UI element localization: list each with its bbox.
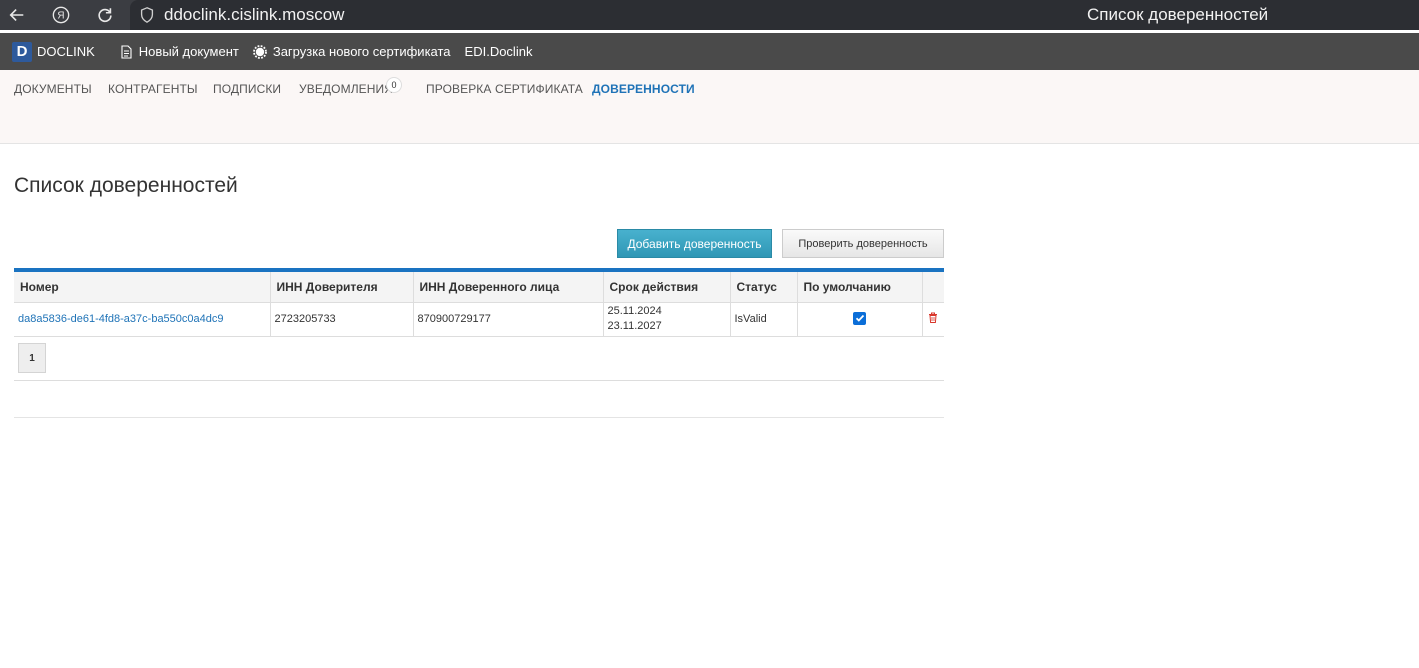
edi-doclink-link[interactable]: EDI.Doclink	[465, 44, 533, 59]
pagination: 1	[14, 337, 944, 381]
menu-item-certificate-check[interactable]: ПРОВЕРКА СЕРТИФИКАТА	[426, 82, 583, 96]
svg-text:Я: Я	[57, 11, 64, 22]
delete-trash-icon[interactable]	[928, 312, 938, 323]
url-text[interactable]: ddoclink.cislink.moscow	[164, 5, 344, 25]
menu-item-documents[interactable]: ДОКУМЕНТЫ	[14, 82, 92, 96]
yandex-icon[interactable]: Я	[44, 0, 78, 30]
actions-cell	[922, 302, 944, 337]
logo-text: DOCLINK	[37, 44, 95, 59]
new-document-label: Новый документ	[138, 44, 239, 59]
menu-item-powers-of-attorney[interactable]: ДОВЕРЕННОСТИ	[592, 82, 695, 96]
main-menu: ДОКУМЕНТЫ КОНТРАГЕНТЫ ПОДПИСКИ УВЕДОМЛЕН…	[0, 70, 1419, 144]
browser-toolbar: Я ddoclink.cislink.moscow Список доверен…	[0, 0, 1419, 30]
menu-item-notifications[interactable]: УВЕДОМЛЕНИЯ 0	[299, 77, 402, 96]
column-header-inn-trustee[interactable]: ИНН Доверенного лица	[413, 272, 604, 303]
column-header-status[interactable]: Статус	[730, 272, 798, 303]
gear-icon	[252, 44, 267, 59]
table-header-row: Номер ИНН Доверителя ИНН Доверенного лиц…	[14, 272, 944, 303]
inn-principal-cell: 2723205733	[270, 302, 414, 337]
table-row: da8a5836-de61-4fd8-a37c-ba550c0a4dc9 272…	[14, 302, 944, 337]
check-power-of-attorney-button[interactable]: Проверить доверенность	[782, 229, 944, 258]
valid-from-date: 25.11.2024	[607, 305, 662, 317]
doclink-logo[interactable]: D DOCLINK	[12, 41, 95, 62]
logo-badge: D	[12, 41, 32, 62]
valid-to-date: 23.11.2027	[607, 320, 662, 332]
powers-of-attorney-table: Номер ИНН Доверителя ИНН Доверенного лиц…	[14, 268, 944, 337]
column-header-inn-principal[interactable]: ИНН Доверителя	[270, 272, 414, 303]
back-icon[interactable]	[0, 0, 34, 30]
column-header-actions	[922, 272, 944, 303]
column-header-number[interactable]: Номер	[14, 272, 271, 303]
new-document-link[interactable]: Новый документ	[119, 44, 239, 59]
default-checkbox[interactable]	[853, 311, 866, 325]
shield-icon	[140, 7, 154, 23]
page-button-current[interactable]: 1	[18, 343, 46, 373]
page-title: Список доверенностей	[14, 174, 238, 197]
edi-doclink-label: EDI.Doclink	[464, 44, 533, 59]
column-header-default[interactable]: По умолчанию	[797, 272, 923, 303]
menu-item-contractors[interactable]: КОНТРАГЕНТЫ	[108, 82, 198, 96]
menu-item-subscriptions[interactable]: ПОДПИСКИ	[213, 82, 281, 96]
default-cell	[797, 302, 923, 337]
status-cell: IsValid	[730, 302, 798, 337]
document-icon	[121, 44, 132, 59]
menu-item-notifications-label: УВЕДОМЛЕНИЯ	[299, 82, 394, 96]
checkmark-icon	[855, 315, 864, 323]
notifications-count-badge: 0	[386, 77, 402, 93]
column-header-validity[interactable]: Срок действия	[603, 272, 731, 303]
reload-icon[interactable]	[88, 0, 122, 30]
upload-certificate-label: Загрузка нового сертификата	[272, 44, 451, 59]
divider	[14, 417, 944, 418]
upload-certificate-link[interactable]: Загрузка нового сертификата	[252, 44, 451, 59]
validity-cell: 25.11.2024 23.11.2027	[603, 302, 731, 337]
inn-trustee-cell: 870900729177	[413, 302, 604, 337]
power-of-attorney-number-link[interactable]: da8a5836-de61-4fd8-a37c-ba550c0a4dc9	[18, 313, 224, 325]
page-tab-title: Список доверенностей	[1087, 5, 1269, 24]
add-power-of-attorney-button[interactable]: Добавить доверенность	[617, 229, 772, 258]
app-header: D DOCLINK Новый документ Загрузка нового…	[0, 33, 1419, 70]
